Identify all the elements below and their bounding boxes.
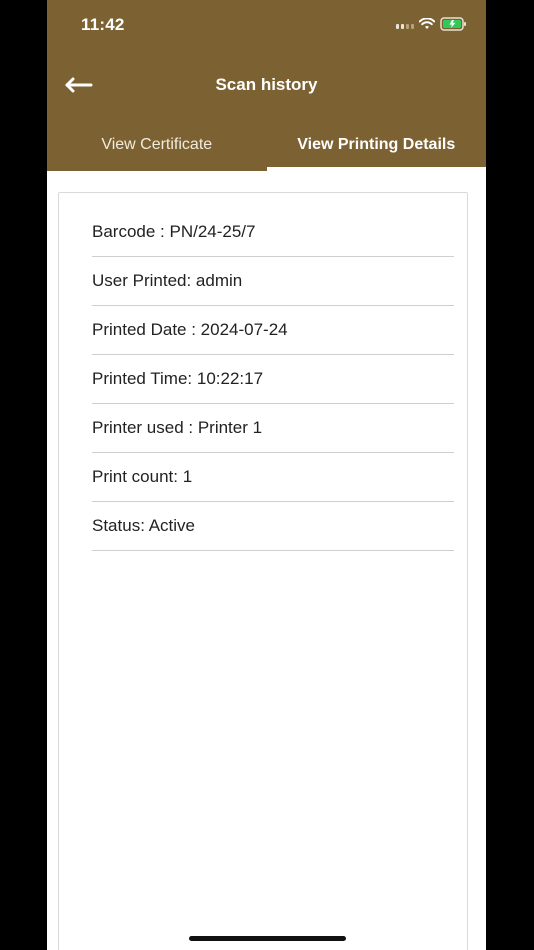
detail-barcode: Barcode : PN/24-25/7 bbox=[92, 208, 454, 257]
detail-printed-time: Printed Time: 10:22:17 bbox=[92, 355, 454, 404]
signal-icon bbox=[396, 19, 414, 29]
detail-user-printed: User Printed: admin bbox=[92, 257, 454, 306]
detail-print-count: Print count: 1 bbox=[92, 453, 454, 502]
app-header: 11:42 Scan history View Certificate View… bbox=[47, 0, 486, 171]
battery-charging-icon bbox=[440, 17, 466, 31]
status-icons bbox=[396, 17, 468, 31]
printing-details-card: Barcode : PN/24-25/7 User Printed: admin… bbox=[58, 192, 468, 950]
home-indicator[interactable] bbox=[189, 936, 346, 941]
detail-printed-date: Printed Date : 2024-07-24 bbox=[92, 306, 454, 355]
wifi-icon bbox=[419, 18, 435, 29]
detail-status: Status: Active bbox=[92, 502, 454, 551]
tab-label: View Printing Details bbox=[297, 136, 456, 153]
status-time: 11:42 bbox=[81, 15, 125, 34]
tab-bar: View Certificate View Printing Details bbox=[47, 124, 486, 171]
active-tab-indicator bbox=[266, 167, 486, 171]
details-list: Barcode : PN/24-25/7 User Printed: admin… bbox=[92, 208, 454, 551]
tab-view-printing-details[interactable]: View Printing Details bbox=[266, 124, 486, 171]
tab-label: View Certificate bbox=[101, 136, 213, 153]
tab-view-certificate[interactable]: View Certificate bbox=[47, 124, 267, 171]
app-screen: 11:42 Scan history View Certificate View… bbox=[47, 0, 486, 950]
page-title: Scan history bbox=[215, 75, 318, 94]
detail-printer-used: Printer used : Printer 1 bbox=[92, 404, 454, 453]
